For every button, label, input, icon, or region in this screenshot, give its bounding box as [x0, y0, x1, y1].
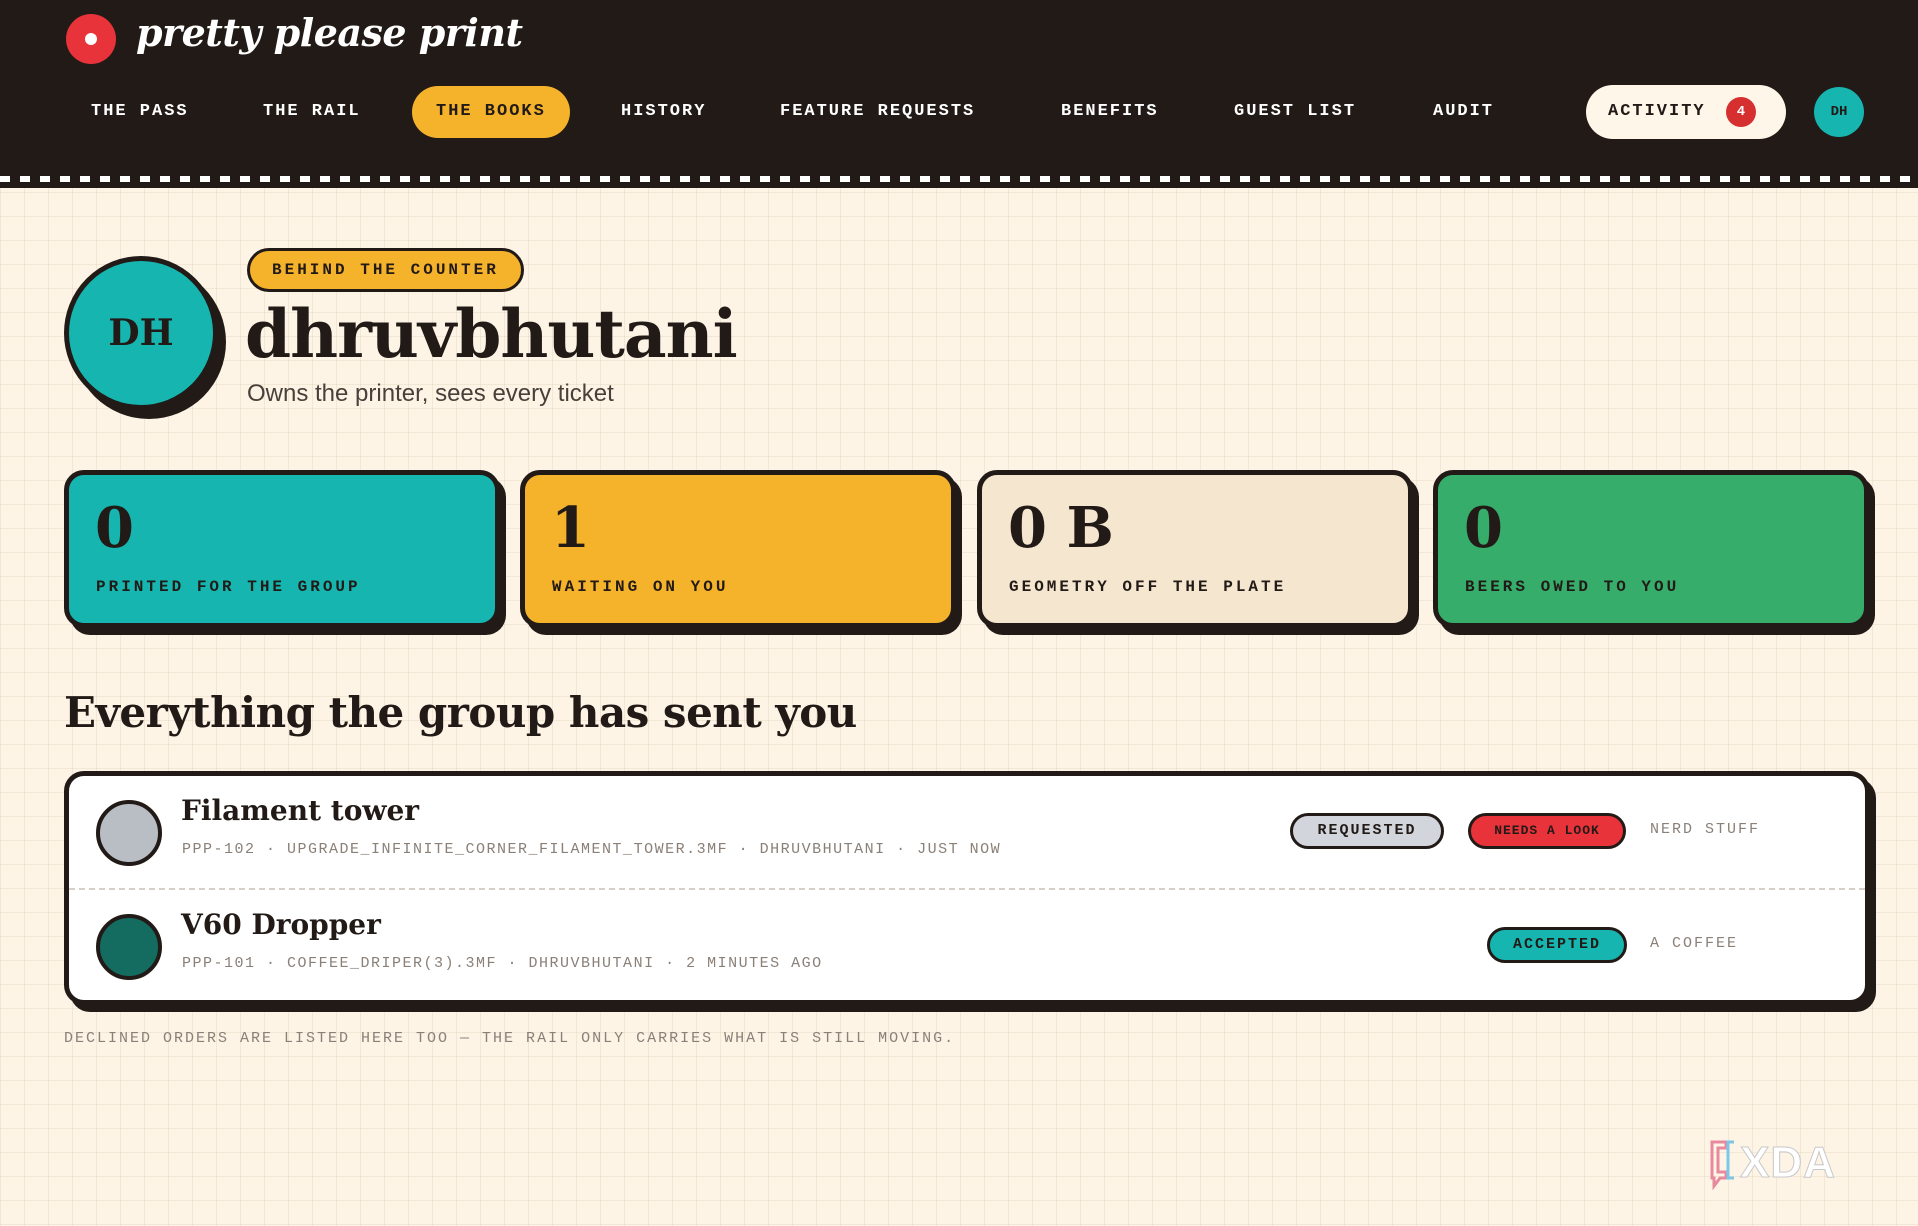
stat-value: 0 [95, 495, 134, 561]
top-navigation-bar: pretty please print THE PASS THE RAIL TH… [0, 0, 1918, 170]
category-tag: A COFFEE [1650, 935, 1739, 952]
stat-card-beers: 0 BEERS OWED TO YOU [1433, 470, 1869, 628]
nav-item-feature-requests[interactable]: FEATURE REQUESTS [780, 86, 975, 138]
stat-label: WAITING ON YOU [552, 578, 729, 596]
activity-label: ACTIVITY [1608, 102, 1706, 121]
order-title: Filament tower [181, 794, 420, 827]
nav-item-benefits[interactable]: BENEFITS [1061, 86, 1159, 138]
profile-tagline: Owns the printer, sees every ticket [247, 380, 614, 407]
stat-label: BEERS OWED TO YOU [1465, 578, 1680, 596]
stat-value: 1 [551, 495, 590, 561]
nav-item-the-books[interactable]: THE BOOKS [412, 86, 570, 138]
order-thumbnail [96, 914, 162, 980]
stat-card-waiting: 1 WAITING ON YOU [520, 470, 956, 628]
category-tag: NERD STUFF [1650, 821, 1761, 838]
stat-value: 0 B [1008, 495, 1114, 561]
profile-username: dhruvbhutani [245, 295, 738, 373]
nav-item-the-rail[interactable]: THE RAIL [263, 86, 361, 138]
checkered-divider [0, 170, 1918, 188]
status-badge: REQUESTED [1290, 813, 1444, 849]
order-thumbnail [96, 800, 162, 866]
list-item[interactable]: V60 Dropper PPP-101 · COFFEE_DRIPER(3).3… [69, 888, 1865, 1002]
watermark-text: XDA [1740, 1138, 1836, 1187]
nav-item-the-pass[interactable]: THE PASS [91, 86, 189, 138]
orders-list: Filament tower PPP-102 · UPGRADE_INFINIT… [64, 771, 1870, 1005]
order-meta: PPP-102 · UPGRADE_INFINITE_CORNER_FILAME… [182, 841, 1002, 858]
logo-icon[interactable] [66, 14, 116, 64]
xda-watermark-logo: XDA [1710, 1138, 1836, 1190]
needs-a-look-badge: NEEDS A LOOK [1468, 813, 1626, 849]
list-item[interactable]: Filament tower PPP-102 · UPGRADE_INFINIT… [69, 776, 1865, 888]
section-title: Everything the group has sent you [64, 688, 857, 737]
stat-card-geometry: 0 B GEOMETRY OFF THE PLATE [977, 470, 1413, 628]
order-title: V60 Dropper [181, 908, 381, 941]
activity-button[interactable]: ACTIVITY 4 [1586, 85, 1786, 139]
stat-card-printed: 0 PRINTED FOR THE GROUP [64, 470, 500, 628]
brand-name[interactable]: pretty please print [136, 10, 523, 55]
user-avatar[interactable]: DH [1814, 87, 1864, 137]
role-badge: BEHIND THE COUNTER [247, 248, 524, 292]
nav-item-guest-list[interactable]: GUEST LIST [1234, 86, 1356, 138]
footnote: DECLINED ORDERS ARE LISTED HERE TOO — TH… [64, 1030, 956, 1047]
nav-item-history[interactable]: HISTORY [621, 86, 706, 138]
order-meta: PPP-101 · COFFEE_DRIPER(3).3MF · DHRUVBH… [182, 955, 823, 972]
activity-count-badge: 4 [1726, 97, 1756, 127]
stat-label: PRINTED FOR THE GROUP [96, 578, 361, 596]
nav-item-audit[interactable]: AUDIT [1433, 86, 1494, 138]
stat-label: GEOMETRY OFF THE PLATE [1009, 578, 1287, 596]
profile-avatar: DH [64, 256, 218, 410]
status-badge: ACCEPTED [1487, 927, 1627, 963]
stat-value: 0 [1464, 495, 1503, 561]
